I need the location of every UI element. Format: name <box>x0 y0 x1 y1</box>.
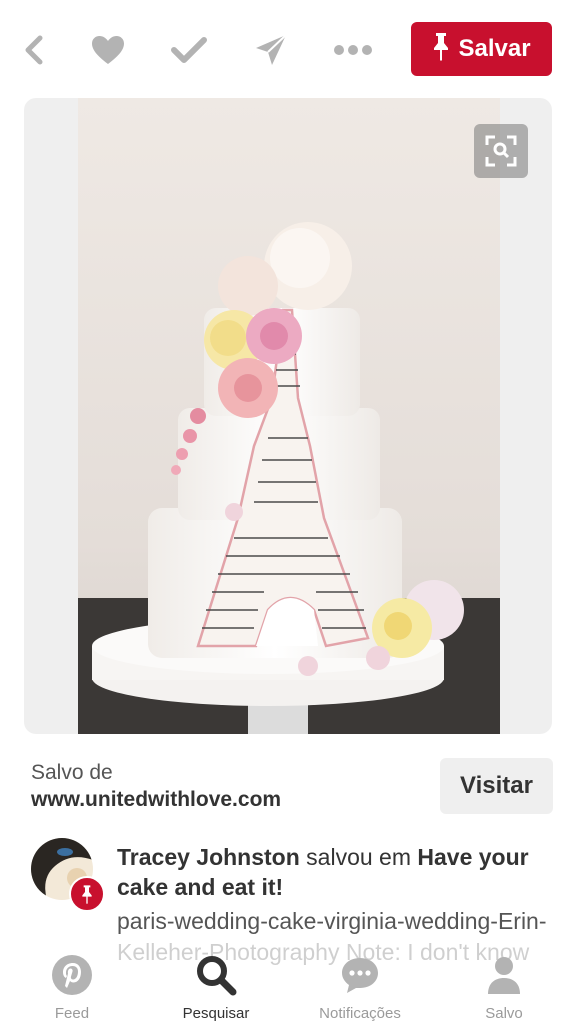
person-icon <box>483 954 525 1001</box>
source-label: Salvo de <box>31 761 113 784</box>
saver-name[interactable]: Tracey Johnston <box>117 844 300 870</box>
source-link[interactable]: www.unitedwithlove.com <box>31 788 281 812</box>
saver-avatar-wrap[interactable] <box>31 838 105 912</box>
checkmark-icon[interactable] <box>167 28 211 72</box>
top-action-bar: Salvar <box>0 0 576 98</box>
tab-notifications[interactable]: Notificações <box>316 954 404 1022</box>
visit-button-label: Visitar <box>460 772 533 799</box>
chat-bubble-icon <box>339 954 381 1001</box>
heart-icon[interactable] <box>86 28 130 72</box>
tab-feed[interactable]: Feed <box>48 954 96 1022</box>
saved-action-text: salvou em <box>306 844 411 870</box>
tab-saved-label: Salvo <box>485 1005 523 1022</box>
tab-feed-label: Feed <box>54 1005 90 1022</box>
pushpin-icon <box>432 31 450 68</box>
save-button[interactable]: Salvar <box>411 22 552 76</box>
tab-saved[interactable]: Salvo <box>480 954 528 1022</box>
chevron-left-icon[interactable] <box>12 28 56 72</box>
pin-image-card[interactable] <box>24 98 552 734</box>
pinterest-logo-icon <box>51 954 93 1001</box>
bottom-tab-bar: Feed Pesquisar Notificações Salvo <box>0 950 576 1024</box>
tab-search[interactable]: Pesquisar <box>180 954 252 1022</box>
visit-button[interactable]: Visitar <box>440 758 553 814</box>
save-button-label: Salvar <box>458 35 531 62</box>
pushpin-badge-icon <box>69 876 105 912</box>
send-icon[interactable] <box>249 28 293 72</box>
visual-search-icon[interactable] <box>474 124 528 178</box>
saved-by-line: Tracey Johnston salvou em Have your cake… <box>117 842 547 902</box>
tab-search-label: Pesquisar <box>182 1005 250 1022</box>
tab-notifications-label: Notificações <box>319 1005 401 1022</box>
pin-image[interactable] <box>78 98 500 734</box>
more-dots-icon[interactable] <box>331 28 375 72</box>
search-icon <box>195 954 237 1001</box>
